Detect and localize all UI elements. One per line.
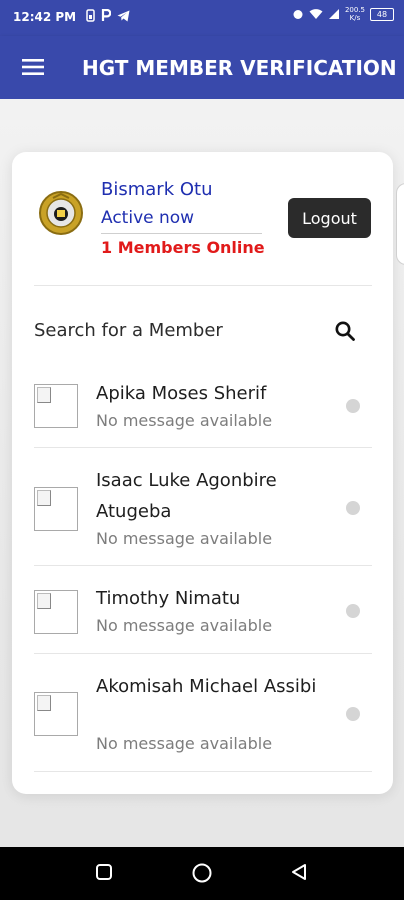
broken-image-icon [37,387,51,403]
profile-divider [101,233,262,234]
telegram-icon [117,10,130,21]
net-speed: 200.5 K/s [345,6,365,22]
status-dot-icon [346,707,360,721]
app-bar: HGT MEMBER VERIFICATION [0,36,404,99]
broken-image-icon [37,695,51,711]
member-row[interactable]: Apika Moses Sherif No message available [34,375,372,447]
status-time: 12:42 PM [13,10,77,24]
member-row[interactable]: Timothy Nimatu No message available [34,566,372,653]
member-row[interactable]: Akomisah Michael Assibi No message avail… [34,654,372,771]
net-speed-value: 200.5 [344,6,365,14]
status-dot-icon [346,399,360,413]
member-name: Akomisah Michael Assibi [96,676,317,697]
member-row[interactable]: Isaac Luke Agonbire Atugeba No message a… [34,448,372,565]
broken-image-icon [37,593,51,609]
member-avatar [34,384,78,428]
signal-icon [328,9,339,19]
member-last-message: No message available [96,411,273,430]
members-online-count: 1 Members Online [101,238,265,257]
logout-button[interactable]: Logout [288,198,371,238]
profile-name: Bismark Otu [101,179,213,200]
parking-icon [101,9,111,21]
app-title: HGT MEMBER VERIFICATION [82,56,397,80]
member-avatar [34,692,78,736]
member-name: Isaac Luke Agonbire Atugeba [96,470,277,522]
member-name: Apika Moses Sherif [96,383,267,404]
triangle-back-icon[interactable] [290,863,308,881]
net-speed-unit: K/s [349,14,361,22]
logo-badge-icon [39,191,83,235]
member-name: Timothy Nimatu [96,588,241,609]
system-nav-bar [0,847,404,900]
row-divider [34,771,372,772]
battery-icon: 48 [370,7,394,21]
circle-icon[interactable] [191,862,213,884]
hamburger-icon[interactable] [22,58,44,76]
alarm-icon [293,10,303,19]
member-last-message: No message available [96,734,273,753]
sim-icon [86,9,95,22]
status-right-icons: 200.5 K/s 48 [292,6,394,22]
profile-status: Active now [101,208,195,228]
member-last-message: No message available [96,529,273,548]
header-divider [34,285,372,286]
member-avatar [34,590,78,634]
status-bar: 12:42 PM 200.5 K/s 48 [0,0,404,36]
status-dot-icon [346,501,360,515]
side-panel-edge[interactable] [396,183,404,265]
status-dot-icon [346,604,360,618]
battery-level: 48 [376,9,388,19]
member-last-message: No message available [96,616,273,635]
status-left-icons [86,9,130,22]
search-icon[interactable] [334,320,356,342]
wifi-icon [309,9,323,19]
broken-image-icon [37,490,51,506]
member-avatar [34,487,78,531]
search-member-input[interactable]: Search for a Member [34,320,223,341]
square-icon[interactable] [95,863,113,881]
